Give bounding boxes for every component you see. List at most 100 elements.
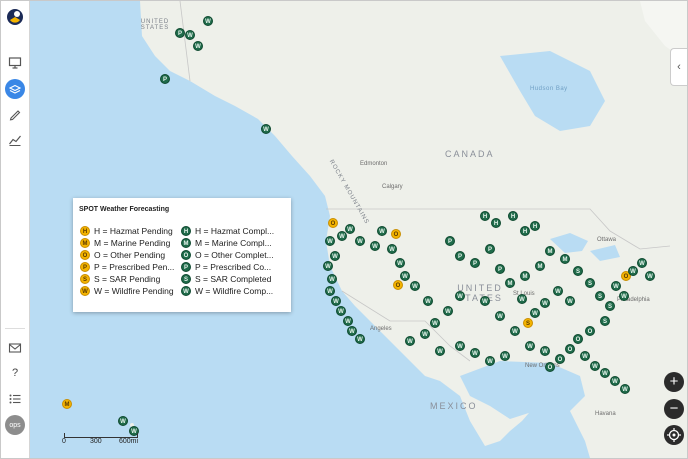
forecast-marker-completed[interactable]: W — [185, 30, 195, 40]
forecast-marker-completed[interactable]: W — [203, 16, 213, 26]
forecast-marker-completed[interactable]: W — [495, 311, 505, 321]
app-logo-icon[interactable] — [5, 7, 25, 27]
forecast-marker-completed[interactable]: W — [331, 296, 341, 306]
forecast-marker-completed[interactable]: W — [525, 341, 535, 351]
forecast-marker-completed[interactable]: O — [545, 362, 555, 372]
forecast-marker-completed[interactable]: W — [261, 124, 271, 134]
forecast-marker-completed[interactable]: W — [530, 308, 540, 318]
forecast-marker-completed[interactable]: S — [585, 278, 595, 288]
forecast-marker-completed[interactable]: W — [405, 336, 415, 346]
forecast-marker-completed[interactable]: O — [585, 326, 595, 336]
forecast-marker-completed[interactable]: W — [325, 286, 335, 296]
list-icon[interactable] — [5, 389, 25, 409]
forecast-marker-completed[interactable]: W — [435, 346, 445, 356]
help-icon[interactable]: ? — [5, 363, 25, 383]
forecast-marker-completed[interactable]: W — [620, 384, 630, 394]
forecast-marker-completed[interactable]: S — [605, 301, 615, 311]
forecast-marker-completed[interactable]: W — [637, 258, 647, 268]
forecast-marker-completed[interactable]: W — [410, 281, 420, 291]
forecast-marker-completed[interactable]: W — [336, 306, 346, 316]
layers-icon[interactable] — [5, 79, 25, 99]
forecast-marker-completed[interactable]: W — [343, 316, 353, 326]
user-avatar[interactable]: ops — [5, 415, 25, 435]
legend-marker-icon: W — [181, 285, 191, 296]
forecast-marker-completed[interactable]: W — [565, 296, 575, 306]
forecast-marker-completed[interactable]: P — [495, 264, 505, 274]
mail-icon[interactable] — [5, 338, 25, 358]
forecast-marker-completed[interactable]: W — [325, 236, 335, 246]
forecast-marker-completed[interactable]: O — [573, 334, 583, 344]
forecast-marker-completed[interactable]: S — [595, 291, 605, 301]
forecast-marker-completed[interactable]: W — [611, 281, 621, 291]
pencil-icon[interactable] — [5, 104, 25, 124]
forecast-marker-completed[interactable]: P — [445, 236, 455, 246]
forecast-marker-completed[interactable]: W — [323, 261, 333, 271]
forecast-marker-completed[interactable]: H — [530, 221, 540, 231]
forecast-marker-completed[interactable]: P — [160, 74, 170, 84]
forecast-marker-completed[interactable]: W — [355, 334, 365, 344]
forecast-marker-completed[interactable]: W — [387, 244, 397, 254]
forecast-marker-completed[interactable]: W — [455, 341, 465, 351]
forecast-marker-completed[interactable]: S — [600, 316, 610, 326]
forecast-marker-completed[interactable]: W — [500, 351, 510, 361]
forecast-marker-completed[interactable]: H — [491, 218, 501, 228]
collapse-panel-button[interactable]: ‹ — [670, 48, 687, 86]
forecast-marker-completed[interactable]: W — [400, 271, 410, 281]
locate-me-button[interactable] — [664, 425, 684, 445]
forecast-marker-pending[interactable]: O — [393, 280, 403, 290]
forecast-marker-pending[interactable]: S — [523, 318, 533, 328]
forecast-marker-completed[interactable]: H — [508, 211, 518, 221]
forecast-marker-completed[interactable]: W — [540, 346, 550, 356]
forecast-marker-completed[interactable]: W — [377, 226, 387, 236]
forecast-marker-completed[interactable]: W — [327, 274, 337, 284]
forecast-marker-completed[interactable]: W — [485, 356, 495, 366]
forecast-marker-completed[interactable]: P — [175, 28, 185, 38]
forecast-marker-completed[interactable]: W — [480, 296, 490, 306]
forecast-marker-completed[interactable]: W — [590, 361, 600, 371]
forecast-marker-completed[interactable]: P — [470, 258, 480, 268]
forecast-marker-completed[interactable]: W — [510, 326, 520, 336]
forecast-marker-completed[interactable]: W — [118, 416, 128, 426]
forecast-marker-completed[interactable]: W — [395, 258, 405, 268]
forecast-marker-completed[interactable]: M — [545, 246, 555, 256]
forecast-marker-completed[interactable]: S — [573, 266, 583, 276]
forecast-marker-completed[interactable]: W — [193, 41, 203, 51]
monitor-icon[interactable] — [5, 53, 25, 73]
legend-item-completed: O O = Other Complet... — [181, 249, 274, 260]
forecast-marker-completed[interactable]: W — [455, 291, 465, 301]
forecast-marker-completed[interactable]: W — [610, 376, 620, 386]
forecast-marker-completed[interactable]: W — [470, 348, 480, 358]
forecast-marker-completed[interactable]: M — [535, 261, 545, 271]
forecast-marker-completed[interactable]: W — [370, 241, 380, 251]
forecast-marker-completed[interactable]: O — [555, 354, 565, 364]
forecast-marker-completed[interactable]: W — [619, 291, 629, 301]
forecast-marker-completed[interactable]: W — [553, 286, 563, 296]
forecast-marker-pending[interactable]: M — [62, 399, 72, 409]
forecast-marker-completed[interactable]: W — [443, 306, 453, 316]
forecast-marker-completed[interactable]: W — [645, 271, 655, 281]
forecast-marker-completed[interactable]: W — [330, 251, 340, 261]
forecast-marker-completed[interactable]: W — [628, 266, 638, 276]
forecast-marker-completed[interactable]: W — [580, 351, 590, 361]
forecast-marker-completed[interactable]: W — [420, 329, 430, 339]
forecast-marker-pending[interactable]: O — [328, 218, 338, 228]
forecast-marker-completed[interactable]: M — [505, 278, 515, 288]
chart-icon[interactable] — [5, 130, 25, 150]
forecast-marker-completed[interactable]: P — [485, 244, 495, 254]
zoom-in-button[interactable]: + — [664, 372, 684, 392]
forecast-marker-completed[interactable]: O — [565, 344, 575, 354]
forecast-marker-completed[interactable]: W — [423, 296, 433, 306]
forecast-marker-completed[interactable]: M — [520, 271, 530, 281]
forecast-marker-completed[interactable]: H — [480, 211, 490, 221]
forecast-marker-completed[interactable]: H — [520, 226, 530, 236]
forecast-marker-completed[interactable]: P — [455, 251, 465, 261]
forecast-marker-completed[interactable]: W — [540, 298, 550, 308]
forecast-marker-completed[interactable]: W — [517, 294, 527, 304]
forecast-marker-completed[interactable]: M — [560, 254, 570, 264]
zoom-out-button[interactable]: − — [664, 399, 684, 419]
forecast-marker-completed[interactable]: W — [600, 368, 610, 378]
forecast-marker-completed[interactable]: W — [355, 236, 365, 246]
forecast-marker-completed[interactable]: W — [345, 224, 355, 234]
forecast-marker-completed[interactable]: W — [430, 318, 440, 328]
forecast-marker-pending[interactable]: O — [391, 229, 401, 239]
